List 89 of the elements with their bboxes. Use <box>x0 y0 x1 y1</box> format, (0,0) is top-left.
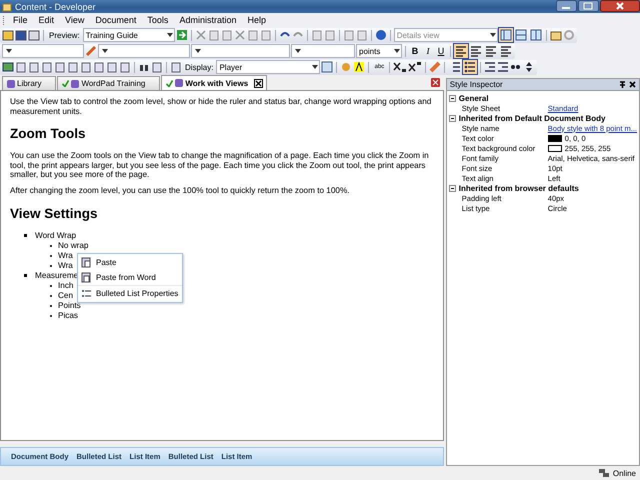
collapse-icon[interactable] <box>448 94 456 102</box>
preview-label: Preview: <box>48 30 81 40</box>
align-icon[interactable] <box>454 44 468 58</box>
menu-item[interactable]: Tools <box>143 15 176 25</box>
window-title: Content - Developer <box>15 2 96 12</box>
align-icon[interactable] <box>484 44 498 58</box>
document-icon[interactable] <box>106 61 118 73</box>
list-item: Wra <box>58 250 73 261</box>
minimize-button[interactable] <box>556 0 577 12</box>
menu-item[interactable]: Administration <box>175 15 244 25</box>
menu-item[interactable]: File <box>9 15 35 25</box>
pin-icon[interactable] <box>619 80 626 88</box>
open-folder-icon[interactable] <box>2 29 14 41</box>
italic-button[interactable]: I <box>422 45 434 57</box>
heading: View Settings <box>10 206 99 221</box>
clipboard-icon <box>81 272 91 283</box>
document-icon[interactable] <box>170 61 182 73</box>
menu-item[interactable]: Help <box>243 15 273 25</box>
close-button[interactable] <box>600 0 640 12</box>
display-dropdown[interactable]: Player <box>216 60 320 74</box>
superscript-icon[interactable] <box>408 61 422 73</box>
layout-icon[interactable] <box>528 28 543 42</box>
close-icon[interactable] <box>254 78 264 88</box>
list-item: Cen <box>58 290 74 301</box>
list-item: No wrap <box>58 240 88 251</box>
preview-dropdown[interactable]: Training Guide <box>82 28 175 42</box>
bullet-icon <box>24 274 27 278</box>
paragraph: Use the View tab to control the zoom level, show or hide the ruler and status bar, change word wrapping options and measurement units. <box>10 97 432 116</box>
app-icon <box>2 2 12 12</box>
align-icon[interactable] <box>499 44 513 58</box>
delete-icon[interactable] <box>234 29 246 41</box>
collapse-icon[interactable] <box>448 184 456 192</box>
layout-icon[interactable] <box>514 28 528 42</box>
highlight-icon[interactable] <box>353 61 366 73</box>
paragraph: After changing the zoom level, you can use the 100% tool to quickly return the zoom to 100%. <box>10 186 351 196</box>
document-tab[interactable]: WordPad Training <box>57 76 160 90</box>
list-item: Word Wrap <box>35 230 76 241</box>
menu-item[interactable]: View <box>61 15 92 25</box>
units-dropdown[interactable]: points <box>356 44 402 58</box>
menu-item[interactable]: Bulleted List Properties <box>96 288 178 298</box>
close-icon[interactable] <box>629 81 636 88</box>
network-icon <box>598 468 610 478</box>
underline-button[interactable]: U <box>435 45 447 57</box>
bulleted-list-icon[interactable] <box>463 60 478 74</box>
subscript-icon[interactable] <box>393 61 408 73</box>
list-item: Wra <box>58 260 73 271</box>
maximize-button[interactable] <box>578 0 599 12</box>
document-icon[interactable] <box>28 61 40 73</box>
menu-item[interactable]: Document <box>91 15 144 25</box>
heading: Zoom Tools <box>10 126 86 142</box>
indent-icon[interactable] <box>497 61 510 73</box>
check-icon <box>62 80 70 87</box>
save-icon[interactable] <box>15 29 27 41</box>
document-tab[interactable]: Work with Views <box>161 75 268 90</box>
layout-icon[interactable] <box>498 28 513 42</box>
list-icon <box>81 288 91 299</box>
document-icon[interactable] <box>151 61 163 73</box>
list-item: Points <box>58 300 81 311</box>
document-icon[interactable] <box>119 61 131 73</box>
document-icon[interactable] <box>80 61 92 73</box>
brush-icon[interactable] <box>85 45 97 57</box>
align-icon[interactable] <box>469 44 483 58</box>
status-text: Online <box>612 468 636 478</box>
list-item: Picas <box>58 310 78 321</box>
list-item: Measureme <box>35 270 78 281</box>
document-icon[interactable] <box>67 61 79 73</box>
paragraph: You can use the Zoom tools on the View tab to change the magnification of a page. Each time you click the Zoom in tool, the print appears larger, but you see less of the page. Each time you click the Zoom out tool, the print appears smaller, but you see more of the page. <box>10 151 430 180</box>
eraser-icon[interactable] <box>429 61 442 73</box>
document-tab[interactable]: Library <box>2 76 56 90</box>
section-title: Inherited from Default Document Body <box>458 114 606 122</box>
check-icon <box>166 80 174 86</box>
outdent-icon[interactable] <box>484 61 496 73</box>
view-dropdown[interactable]: Details view <box>394 28 498 42</box>
panel-title: Style Inspector <box>450 80 503 89</box>
collapse-icon[interactable] <box>448 114 456 122</box>
clipboard-icon <box>81 257 91 268</box>
bold-button[interactable]: B <box>409 45 421 57</box>
image-icon[interactable] <box>2 61 14 73</box>
document-icon[interactable] <box>28 29 40 41</box>
bullet-icon <box>24 234 27 238</box>
display-label: Display: <box>184 62 214 72</box>
menu-item[interactable]: Paste <box>96 258 116 268</box>
document-icon[interactable] <box>93 61 105 73</box>
list-item: Inch <box>58 280 74 291</box>
menu-item[interactable]: Edit <box>34 15 62 25</box>
section-title: General <box>458 94 489 102</box>
menu-item[interactable]: Paste from Word <box>96 272 156 282</box>
section-title: Inherited from browser defaults <box>458 184 579 192</box>
go-arrow-icon[interactable] <box>176 29 188 41</box>
